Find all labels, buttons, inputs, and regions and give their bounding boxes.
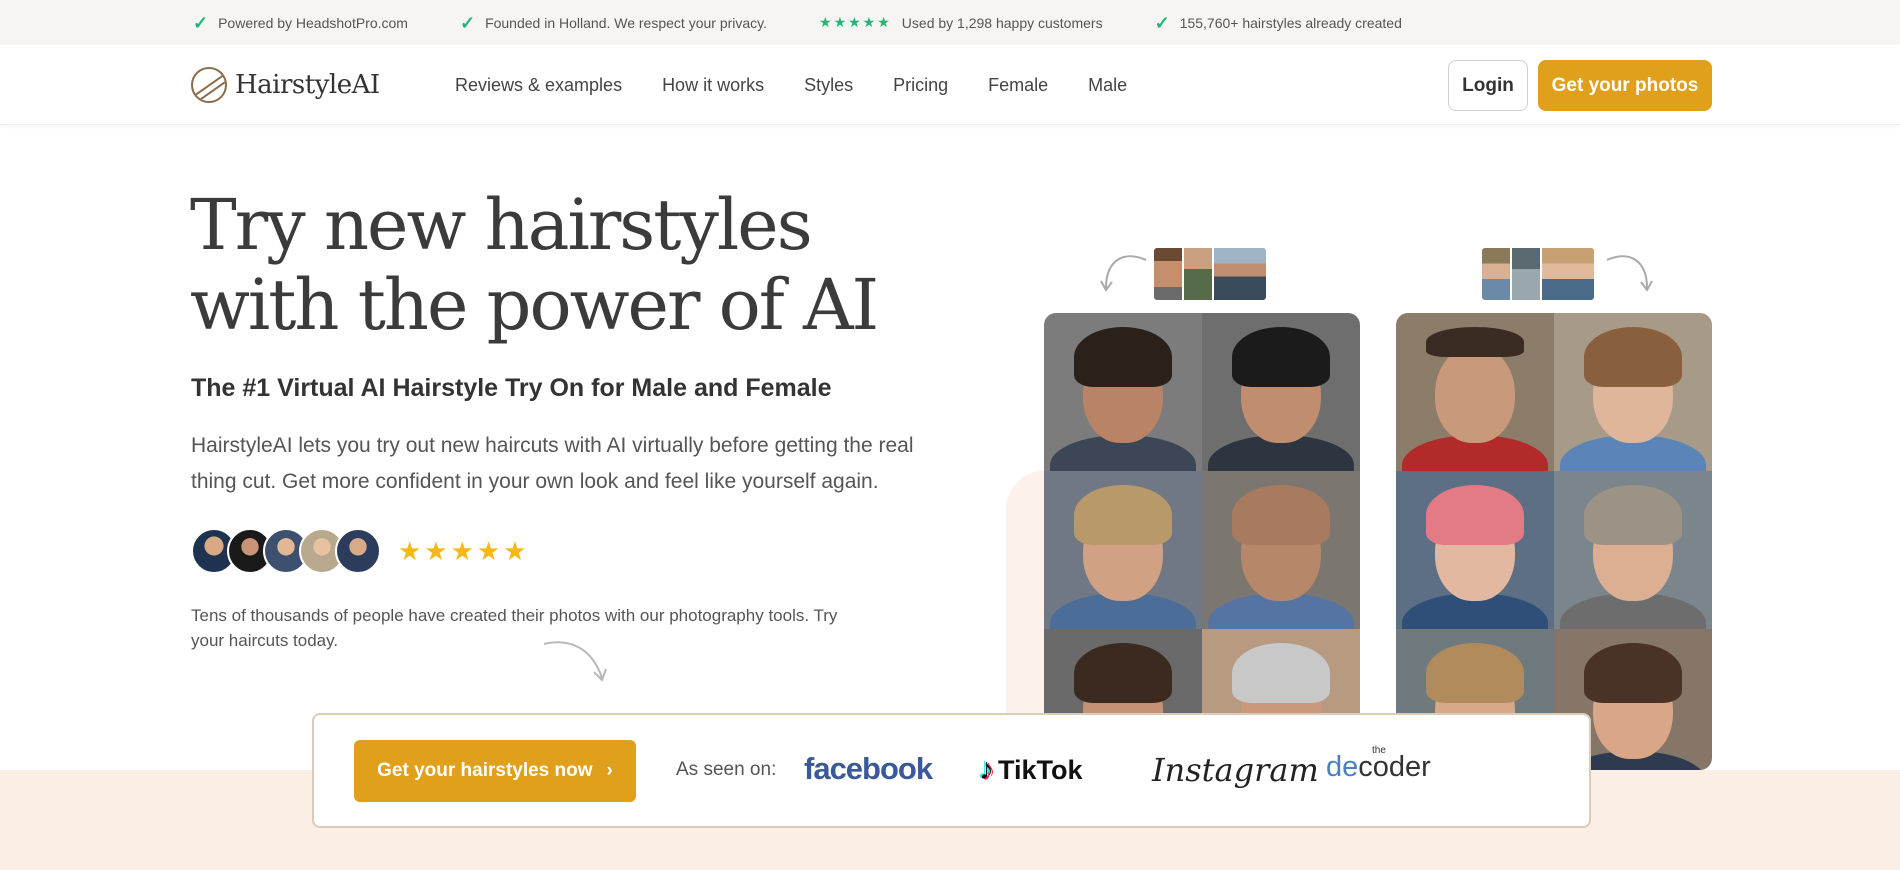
avatar [335, 528, 381, 574]
nav-pricing[interactable]: Pricing [893, 75, 948, 96]
facebook-logo: facebook [804, 751, 933, 786]
hairstyle-result-photo [1202, 313, 1360, 471]
curved-arrow-icon [543, 641, 607, 682]
check-icon: ✓ [193, 12, 209, 33]
customer-avatars [191, 528, 381, 574]
hero-title-line-2: with the power of AI [190, 264, 879, 346]
check-icon: ✓ [459, 12, 476, 33]
chevron-right-icon: › [606, 760, 613, 781]
topbar-text: Powered by HeadshotPro.com [218, 14, 408, 31]
topbar-item-powered: ✓ Powered by HeadshotPro.com [193, 14, 408, 32]
nav-how-it-works[interactable]: How it works [662, 75, 764, 96]
nav-reviews-examples[interactable]: Reviews & examples [455, 75, 622, 96]
source-photo-thumb [1153, 247, 1183, 301]
leaf-logo-icon [191, 67, 227, 103]
logo-text: HairstyleAI [235, 70, 380, 100]
rating-stars: ★★★★★ [398, 536, 530, 566]
top-announcement-bar: ✓ Powered by HeadshotPro.com ✓ Founded i… [0, 0, 1900, 45]
get-hairstyles-label: Get your hairstyles now [377, 760, 593, 781]
topbar-text: Founded in Holland. We respect your priv… [485, 14, 768, 31]
topbar-item-created: ✓ 155,760+ hairstyles already created [1155, 14, 1402, 32]
check-icon: ✓ [1154, 12, 1170, 33]
hairstyle-result-photo [1044, 313, 1202, 471]
hero-title: Try new hairstyles with the power of AI [190, 185, 910, 345]
social-proof-text: Tens of thousands of people have created… [191, 606, 838, 650]
topbar-item-customers: ★★★★★ Used by 1,298 happy customers [819, 14, 1103, 31]
hairstyle-result-photo [1202, 471, 1360, 629]
topbar-item-privacy: ✓ Founded in Holland. We respect your pr… [460, 14, 767, 32]
instagram-logo: Instagram [1152, 751, 1319, 789]
get-photos-button[interactable]: Get your photos [1538, 60, 1712, 111]
source-photo-thumb [1183, 247, 1213, 301]
topbar-text: 155,760+ hairstyles already created [1179, 14, 1402, 31]
tiktok-wordmark: TikTok [998, 754, 1083, 785]
decoder-the-text: the [1372, 745, 1386, 756]
hairstyle-result-photo [1396, 471, 1554, 629]
curved-arrow-icon [1100, 255, 1147, 292]
female-source-thumbnails [1481, 247, 1595, 301]
main-nav: Reviews & examples How it works Styles P… [455, 45, 1127, 125]
source-photo-thumb [1511, 247, 1541, 301]
curved-arrow-icon [1606, 255, 1653, 292]
login-button[interactable]: Login [1448, 60, 1528, 111]
source-photo-thumb [1541, 247, 1595, 301]
get-hairstyles-button[interactable]: Get your hairstyles now › [354, 740, 636, 802]
nav-female[interactable]: Female [988, 75, 1048, 96]
tiktok-logo: ♪ TikTok [979, 753, 1083, 787]
male-source-thumbnails [1153, 247, 1267, 301]
the-decoder-logo: the decoder [1326, 745, 1431, 784]
female-hairstyle-grid [1396, 313, 1712, 770]
as-seen-on-label: As seen on: [676, 759, 777, 780]
source-photo-thumb [1481, 247, 1511, 301]
source-photo-thumb [1213, 247, 1267, 301]
hero-title-line-1: Try new hairstyles [190, 184, 813, 266]
hairstyle-result-photo [1044, 471, 1202, 629]
hero-subtitle: The #1 Virtual AI Hairstyle Try On for M… [191, 374, 832, 402]
nav-styles[interactable]: Styles [804, 75, 853, 96]
hairstyle-result-photo [1554, 313, 1712, 471]
site-logo[interactable]: HairstyleAI [191, 67, 380, 103]
hairstyle-result-photo [1554, 471, 1712, 629]
topbar-text: Used by 1,298 happy customers [901, 14, 1103, 31]
tiktok-note-icon: ♪ [979, 753, 994, 786]
nav-male[interactable]: Male [1088, 75, 1127, 96]
site-header: HairstyleAI Reviews & examples How it wo… [0, 45, 1900, 125]
hairstyle-result-photo [1396, 313, 1554, 471]
hero-description: HairstyleAI lets you try out new haircut… [191, 434, 914, 493]
as-seen-on-card: Get your hairstyles now › As seen on: fa… [312, 713, 1591, 828]
star-rating-icon: ★★★★★ [819, 14, 892, 30]
male-hairstyle-grid [1044, 313, 1360, 770]
